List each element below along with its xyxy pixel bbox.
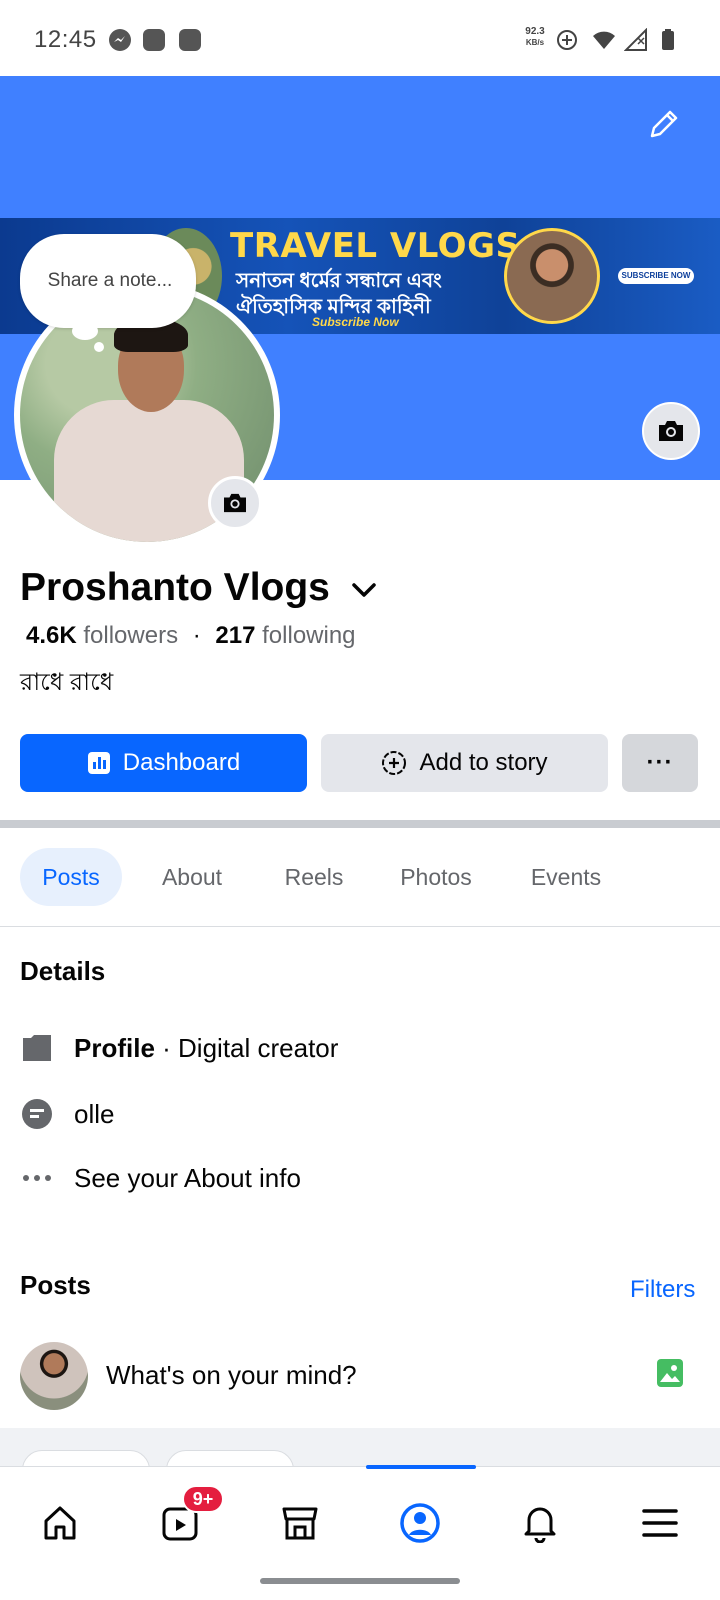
share-note-text: Share a note... [47, 270, 173, 291]
followers-count[interactable]: 4.6K [26, 622, 77, 649]
tab-posts[interactable]: Posts [20, 848, 122, 906]
posts-title: Posts [20, 1270, 91, 1300]
note-bubble-tail-dot [94, 342, 104, 352]
filters-link[interactable]: Filters [630, 1276, 695, 1304]
share-note-bubble[interactable]: Share a note... [20, 234, 196, 328]
camera-icon [659, 421, 683, 441]
page-flag-icon [20, 1031, 54, 1065]
profile-name[interactable]: Proshanto Vlogs [20, 566, 330, 610]
camera-icon [224, 493, 246, 513]
whats-on-your-mind-input[interactable]: What's on your mind? [106, 1360, 357, 1391]
add-to-story-label: Add to story [419, 749, 548, 776]
profile-bio: রাধে রাধে [20, 669, 114, 696]
see-about-row[interactable]: See your About info [20, 1158, 301, 1198]
edit-cover-pencil-icon[interactable] [646, 106, 682, 142]
wifi-icon [593, 31, 615, 49]
app-icon [143, 29, 165, 51]
more-options-icon: ··· [646, 749, 674, 776]
nav-menu[interactable] [630, 1493, 690, 1553]
messenger-icon [109, 29, 131, 51]
see-about-link[interactable]: See your About info [74, 1163, 301, 1194]
detail-info-row: olle [20, 1094, 114, 1134]
nav-marketplace[interactable] [270, 1493, 330, 1553]
status-bar: 12:45 92.3 KB/s [0, 0, 720, 76]
tabs-divider [0, 926, 720, 927]
nav-home[interactable] [30, 1493, 90, 1553]
net-speed-value: 92.3 [525, 26, 545, 37]
details-title: Details [20, 956, 106, 986]
detail-info-text: olle [74, 1098, 115, 1129]
following-label[interactable]: following [262, 622, 355, 649]
notifications-icon [524, 1507, 556, 1543]
status-time: 12:45 [34, 26, 97, 53]
section-divider [0, 820, 720, 828]
dashboard-button[interactable]: Dashboard [20, 734, 307, 792]
tab-events[interactable]: Events [510, 848, 622, 906]
menu-icon [642, 1509, 678, 1537]
app-icon [179, 29, 201, 51]
add-to-story-button[interactable]: Add to story [321, 734, 608, 792]
tab-reels[interactable]: Reels [266, 848, 362, 906]
net-speed-unit: KB/s [525, 38, 545, 47]
banner-title: TRAVEL VLOGS [230, 226, 521, 266]
tab-about[interactable]: About [140, 848, 244, 906]
net-speed: 92.3 KB/s [520, 26, 550, 48]
nav-profile[interactable] [390, 1493, 450, 1553]
add-story-icon [381, 750, 407, 776]
followers-label[interactable]: followers [83, 622, 178, 649]
tab-photos[interactable]: Photos [380, 848, 492, 906]
nav-notifications[interactable] [510, 1493, 570, 1553]
detail-profile-type: · Digital creator [154, 1032, 339, 1063]
photo-icon[interactable] [656, 1358, 684, 1388]
data-saver-icon [557, 30, 577, 50]
banner-cta: Subscribe Now [312, 315, 399, 329]
more-options-button[interactable]: ··· [622, 734, 698, 792]
following-count[interactable]: 217 [215, 622, 255, 649]
active-tab-indicator [366, 1465, 476, 1469]
edit-cover-camera-button[interactable] [642, 402, 700, 460]
marketplace-icon [282, 1507, 318, 1540]
home-icon [44, 1506, 76, 1540]
detail-profile-row: Profile · Digital creator [20, 1028, 338, 1068]
dashboard-label: Dashboard [122, 749, 241, 776]
follow-stats: 4.6K followers · 217 following [26, 622, 356, 650]
edit-profile-photo-button[interactable] [208, 476, 262, 530]
detail-profile-text: Profile · Digital creator [74, 1033, 338, 1064]
signal-icon [624, 28, 647, 51]
chat-bubble-icon [20, 1097, 54, 1131]
more-dots-icon [20, 1161, 54, 1195]
chevron-down-icon[interactable] [350, 578, 378, 602]
video-badge: 9+ [182, 1485, 224, 1513]
detail-profile-label: Profile [74, 1032, 155, 1063]
profile-icon [400, 1503, 440, 1543]
note-bubble-tail [72, 322, 98, 340]
battery-icon [662, 29, 674, 50]
banner-person-photo [504, 228, 600, 324]
home-gesture-bar[interactable] [260, 1578, 460, 1584]
dashboard-icon [87, 751, 111, 775]
stats-separator: · [192, 622, 201, 649]
composer-avatar[interactable] [20, 1342, 88, 1410]
banner-subscribe-badge: SUBSCRIBE NOW [618, 268, 694, 284]
